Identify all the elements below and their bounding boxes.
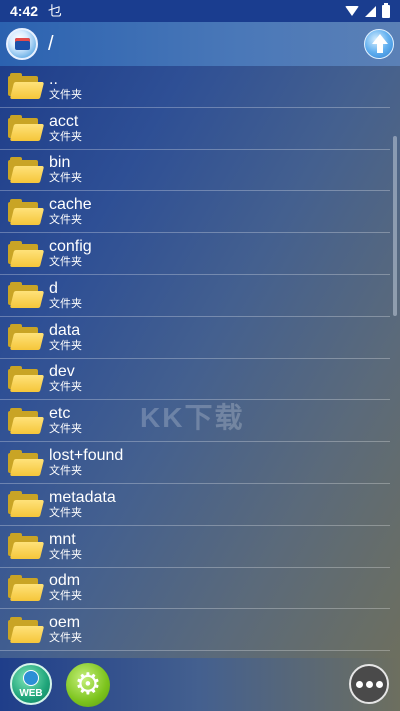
watermark: KK下载: [140, 402, 245, 433]
list-item[interactable]: .. 文件夹: [0, 66, 390, 108]
folder-icon: [8, 532, 45, 560]
dot-icon: [375, 680, 383, 688]
file-name: cache: [49, 196, 92, 214]
file-type: 文件夹: [49, 339, 82, 352]
folder-icon: [8, 114, 45, 142]
status-indicators: [345, 2, 390, 18]
file-name: ..: [49, 70, 58, 88]
file-name: acct: [49, 112, 79, 130]
file-name: odm: [49, 572, 81, 590]
gear-icon: ⚙: [74, 668, 102, 701]
signal-icon: [365, 5, 376, 17]
file-name: lost+found: [49, 447, 124, 465]
list-item[interactable]: acct 文件夹: [0, 108, 390, 150]
scrollbar[interactable]: [393, 136, 397, 316]
list-item[interactable]: mnt 文件夹: [0, 526, 390, 568]
folder-icon: [8, 490, 45, 518]
folder-icon: [8, 449, 45, 477]
list-item[interactable]: metadata 文件夹: [0, 484, 390, 526]
list-item[interactable]: d 文件夹: [0, 275, 390, 317]
dot-icon: [365, 680, 373, 688]
file-name: d: [49, 279, 58, 297]
list-item[interactable]: lost+found 文件夹: [0, 442, 390, 484]
list-item[interactable]: config 文件夹: [0, 233, 390, 275]
file-type: 文件夹: [49, 548, 82, 561]
file-list[interactable]: .. 文件夹 acct 文件夹 bin 文件夹 cache 文件夹 config 文件夹 …: [0, 66, 400, 658]
file-type: 文件夹: [49, 130, 82, 143]
folder-icon: [8, 240, 45, 268]
folder-icon: [8, 281, 45, 309]
file-type: 文件夹: [49, 172, 82, 185]
file-type: 文件夹: [49, 381, 82, 394]
folder-icon: [8, 616, 45, 644]
list-item[interactable]: dev 文件夹: [0, 359, 390, 401]
folder-icon: [8, 323, 45, 351]
bottom-bar: WEB ⚙: [0, 658, 400, 711]
status-bar: 4:42 乜: [0, 0, 400, 22]
file-name: config: [49, 238, 92, 256]
app-logo-icon[interactable]: [6, 28, 38, 60]
file-type: 文件夹: [49, 632, 82, 645]
current-path: /: [48, 32, 54, 55]
wifi-icon: [345, 6, 359, 16]
file-name: data: [49, 321, 81, 339]
file-name: etc: [49, 405, 71, 423]
file-name: metadata: [49, 488, 116, 506]
settings-button[interactable]: ⚙: [66, 663, 110, 707]
file-type: 文件夹: [49, 256, 82, 269]
list-item[interactable]: oem 文件夹: [0, 609, 390, 652]
file-name: mnt: [49, 530, 76, 548]
list-item[interactable]: odm 文件夹: [0, 568, 390, 610]
folder-icon: [8, 407, 45, 435]
file-type: 文件夹: [49, 214, 82, 227]
folder-icon: [8, 365, 45, 393]
status-time: 4:42: [10, 3, 39, 19]
globe-icon: [23, 670, 39, 686]
file-name: dev: [49, 363, 75, 381]
list-item[interactable]: data 文件夹: [0, 317, 390, 359]
toolbar: /: [0, 22, 400, 66]
dot-icon: [355, 680, 363, 688]
file-name: bin: [49, 154, 71, 172]
up-directory-button[interactable]: [364, 29, 394, 59]
folder-icon: [8, 156, 45, 184]
list-item[interactable]: bin 文件夹: [0, 150, 390, 192]
list-item[interactable]: cache 文件夹: [0, 191, 390, 234]
folder-icon: [8, 198, 45, 226]
web-server-button[interactable]: WEB: [10, 663, 52, 705]
file-type: 文件夹: [49, 590, 82, 603]
file-type: 文件夹: [49, 506, 82, 519]
more-options-button[interactable]: [349, 664, 389, 704]
folder-icon: [8, 72, 45, 100]
file-type: 文件夹: [49, 423, 82, 436]
web-button-label: WEB: [19, 688, 43, 699]
file-type: 文件夹: [49, 88, 82, 101]
notification-icon: 乜: [48, 3, 63, 19]
file-type: 文件夹: [49, 465, 82, 478]
folder-icon: [8, 574, 45, 602]
file-name: oem: [49, 614, 81, 632]
battery-icon: [382, 2, 390, 18]
file-type: 文件夹: [49, 297, 82, 310]
